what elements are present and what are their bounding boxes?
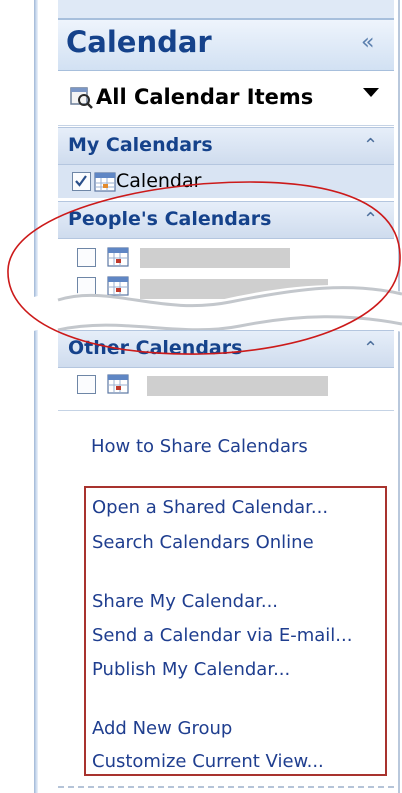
link-open-shared-calendar[interactable]: Open a Shared Calendar... bbox=[92, 497, 328, 518]
calendar-icon bbox=[107, 247, 129, 267]
pane-title: Calendar bbox=[66, 25, 212, 59]
link-publish-my-calendar[interactable]: Publish My Calendar... bbox=[92, 659, 290, 680]
group-label-my-calendars: My Calendars bbox=[68, 134, 213, 156]
search-calendar-icon bbox=[70, 87, 93, 109]
pane-bottom-border bbox=[58, 786, 394, 788]
double-chevron-up-icon[interactable]: ⌃ bbox=[363, 135, 378, 156]
double-chevron-left-icon[interactable]: « bbox=[361, 30, 374, 55]
pane-right-border bbox=[398, 0, 400, 793]
pane-top-strip bbox=[58, 0, 394, 18]
calendar-checkbox[interactable] bbox=[77, 248, 96, 267]
link-share-my-calendar[interactable]: Share My Calendar... bbox=[92, 591, 278, 612]
double-chevron-up-icon[interactable]: ⌃ bbox=[363, 209, 378, 230]
link-search-calendars-online[interactable]: Search Calendars Online bbox=[92, 532, 314, 553]
link-add-new-group[interactable]: Add New Group bbox=[92, 718, 232, 739]
view-dropdown-label: All Calendar Items bbox=[96, 85, 314, 109]
calendar-label: Calendar bbox=[116, 170, 202, 192]
calendar-icon bbox=[94, 172, 116, 192]
double-chevron-up-icon[interactable]: ⌃ bbox=[363, 338, 378, 359]
pane-left-border bbox=[34, 0, 38, 793]
link-send-calendar-email[interactable]: Send a Calendar via E-mail... bbox=[92, 625, 352, 646]
link-customize-current-view[interactable]: Customize Current View... bbox=[92, 751, 324, 772]
triangle-down-icon[interactable] bbox=[363, 88, 379, 97]
section-divider bbox=[58, 410, 394, 411]
redacted-calendar-name bbox=[147, 376, 328, 396]
group-label-peoples-calendars: People's Calendars bbox=[68, 208, 272, 230]
calendar-checkbox[interactable] bbox=[77, 375, 96, 394]
link-how-to-share-calendars[interactable]: How to Share Calendars bbox=[91, 436, 308, 457]
group-label-other-calendars: Other Calendars bbox=[68, 337, 243, 359]
calendar-icon bbox=[107, 374, 129, 394]
calendar-checkbox[interactable] bbox=[72, 172, 91, 191]
redacted-calendar-name bbox=[140, 248, 290, 268]
